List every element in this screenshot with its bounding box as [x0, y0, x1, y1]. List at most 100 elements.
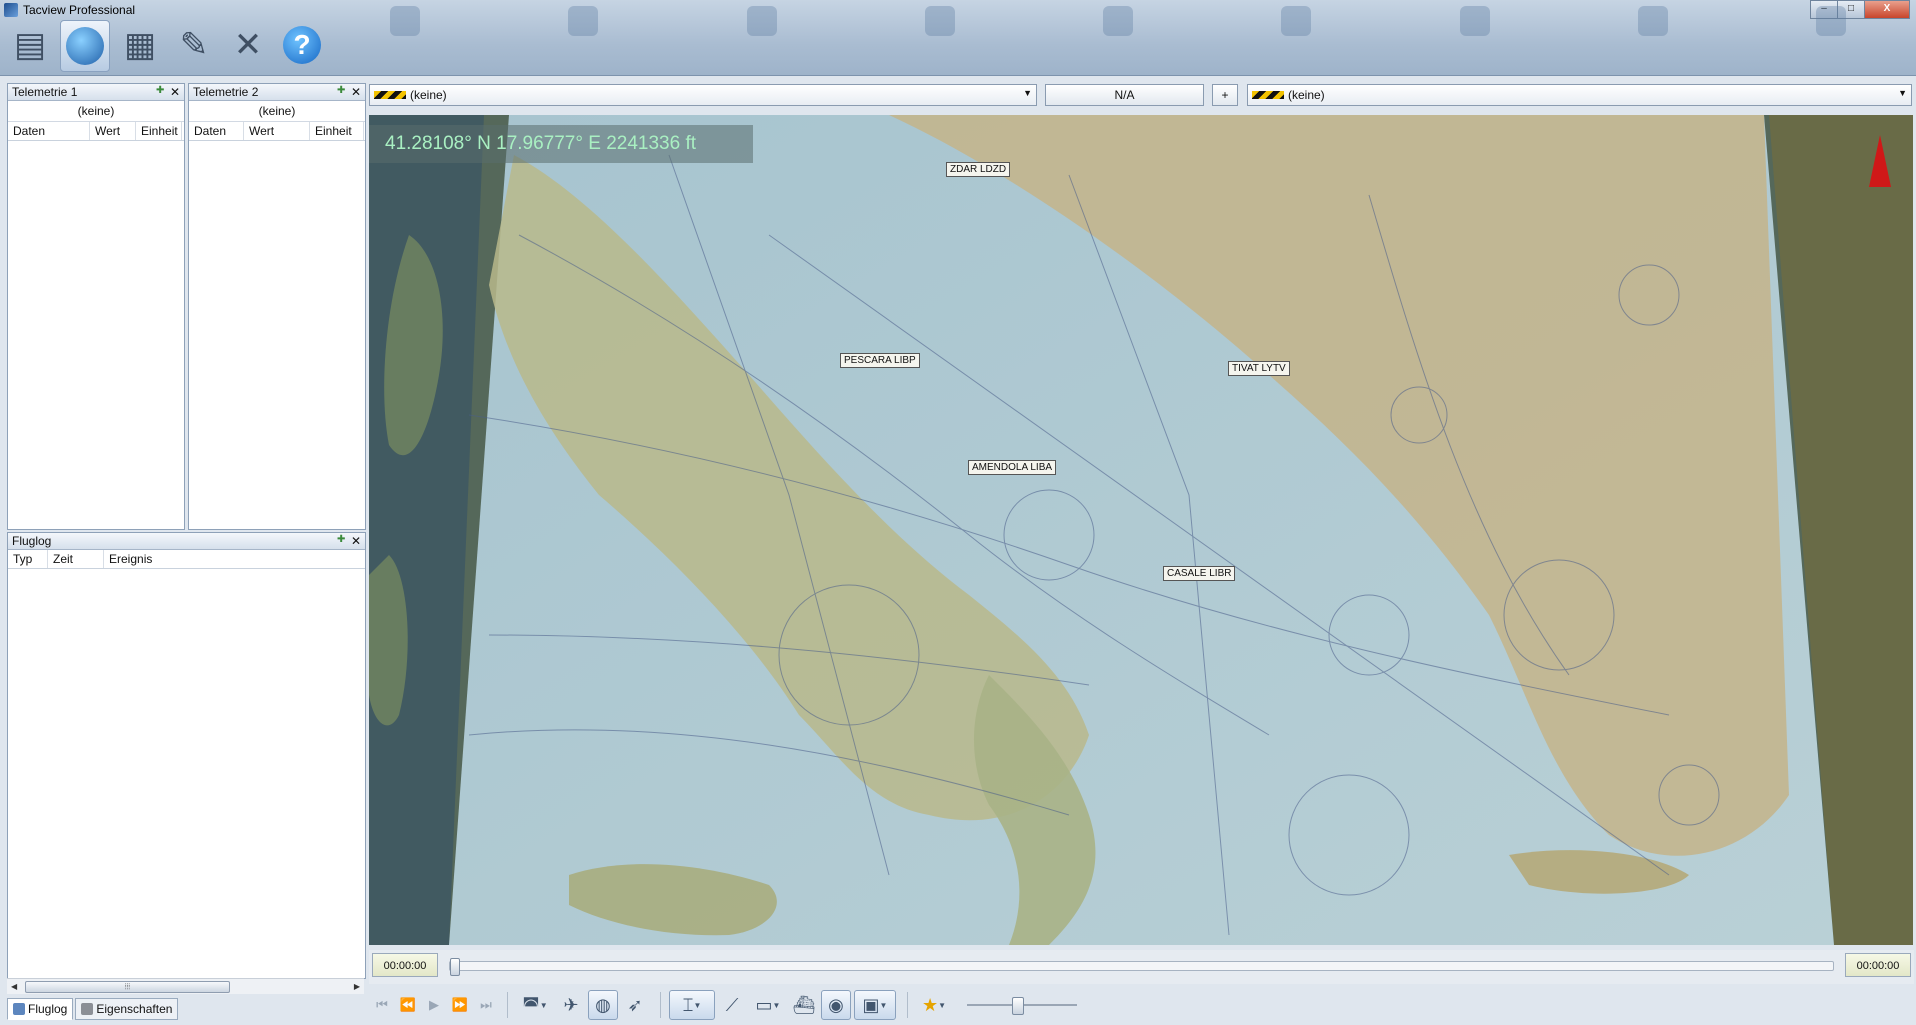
globe-view-button[interactable]: ◍: [588, 990, 618, 1020]
column-header-zeit[interactable]: Zeit: [48, 550, 104, 568]
skip-to-start-button[interactable]: ⏮: [369, 992, 395, 1018]
left-object-selector[interactable]: (keine) ▼: [369, 84, 1037, 106]
north-arrow-icon: [1869, 135, 1891, 187]
missile-icon: ➶: [627, 994, 643, 1015]
telemetry-1-selection[interactable]: (keine): [8, 101, 184, 122]
airport-label-pescara[interactable]: PESCARA LIBP: [840, 353, 920, 368]
playback-speed-slider[interactable]: [967, 995, 1077, 1015]
telemetry-2-columns: Daten Wert Einheit: [189, 122, 365, 141]
timeline-knob[interactable]: [450, 958, 460, 976]
close-icon[interactable]: ✕: [351, 84, 361, 100]
document-icon: ▦: [123, 26, 157, 64]
document-tool-button[interactable]: ▦: [116, 20, 164, 70]
aircraft-view-button[interactable]: ✈: [557, 991, 585, 1019]
wrench-icon: [81, 1003, 94, 1015]
airport-label-casale[interactable]: CASALE LIBR: [1163, 566, 1236, 581]
telemetry-1-title: Telemetrie 1: [12, 85, 78, 99]
map-graphic: [369, 115, 1913, 945]
column-header-einheit[interactable]: Einheit: [310, 122, 364, 140]
skip-to-end-button[interactable]: ⏭: [473, 992, 499, 1018]
layers-dropdown[interactable]: ▣ ▼: [854, 990, 896, 1020]
pin-icon[interactable]: ✚: [337, 535, 347, 545]
column-header-einheit[interactable]: Einheit: [136, 122, 182, 140]
server-tool-button[interactable]: ▤: [6, 20, 54, 70]
ship-icon: ⛴: [792, 994, 816, 1015]
telemetry-2-title: Telemetrie 2: [193, 85, 259, 99]
column-header-ereignis[interactable]: Ereignis: [104, 550, 224, 568]
right-object-selector-value: (keine): [1288, 88, 1325, 102]
flightlog-horizontal-scrollbar[interactable]: ◀ ⦙⦙⦙ ▶: [7, 978, 364, 994]
display-mode-dropdown[interactable]: ▭ ▼: [749, 991, 787, 1019]
main-toolbar: ▤ ▦ ✎ ✕ ?: [6, 20, 326, 72]
toolbar-separator: [660, 992, 661, 1018]
dropdown-arrow-icon: ▼: [772, 1000, 781, 1010]
close-icon[interactable]: ✕: [170, 84, 180, 100]
camera-mode-dropdown[interactable]: ◚ ▼: [516, 991, 554, 1019]
slider-knob[interactable]: [1012, 997, 1024, 1015]
playback-toolbar: ⏮ ⏪ ▶ ⏩ ⏭ ◚ ▼ ✈ ◍ ➶ ⌶ ▼ ⟋ ▭ ▼ ⛴ ◉ ▣ ▼ ★ ▼: [369, 988, 1914, 1022]
flightlog-title: Fluglog: [12, 534, 52, 548]
ship-view-button[interactable]: ⛴: [790, 991, 818, 1019]
scroll-right-icon[interactable]: ▶: [354, 979, 360, 994]
camera-icon: ◚: [522, 994, 540, 1015]
tab-eigenschaften[interactable]: Eigenschaften: [75, 998, 179, 1020]
tab-eigenschaften-label: Eigenschaften: [96, 1002, 173, 1016]
label-tool-dropdown[interactable]: ⌶ ▼: [669, 990, 715, 1020]
airport-label-amendola[interactable]: AMENDOLA LIBA: [968, 460, 1057, 475]
tab-fluglog[interactable]: Fluglog: [7, 998, 74, 1020]
fast-forward-button[interactable]: ⏩: [447, 992, 473, 1018]
play-button[interactable]: ▶: [421, 992, 447, 1018]
desktop-icon: [360, 6, 450, 68]
column-header-typ[interactable]: Typ: [8, 550, 48, 568]
rewind-button[interactable]: ⏪: [395, 992, 421, 1018]
dropdown-arrow-icon: ▼: [1898, 88, 1907, 98]
airport-label-tivat[interactable]: TIVAT LYTV: [1228, 361, 1290, 376]
notepad-icon: ✎: [179, 26, 209, 64]
close-icon[interactable]: ✕: [351, 533, 361, 549]
timeline-bar: 00:00:00 00:00:00: [369, 950, 1914, 984]
bookmarks-dropdown[interactable]: ★ ▼: [916, 991, 952, 1019]
airport-label-zdar[interactable]: ZDAR LDZD: [946, 162, 1011, 177]
column-header-daten[interactable]: Daten: [189, 122, 244, 140]
log-icon: [13, 1003, 25, 1015]
timeline-slider[interactable]: [449, 958, 1834, 976]
help-tool-button[interactable]: ?: [278, 20, 326, 70]
telemetry-2-panel: Telemetrie 2 ✚ ✕ (keine) Daten Wert Einh…: [188, 83, 366, 530]
text-cursor-icon: ⌶: [682, 994, 694, 1015]
cursor-coordinate-readout: 41.28108° N 17.96777° E 2241336 ft: [369, 125, 753, 163]
pin-icon[interactable]: ✚: [156, 86, 166, 96]
map-view[interactable]: 41.28108° N 17.96777° E 2241336 ft ZDAR …: [369, 115, 1913, 945]
toolbar-separator: [507, 992, 508, 1018]
telemetry-2-header: Telemetrie 2 ✚ ✕: [189, 84, 365, 101]
column-header-wert[interactable]: Wert: [90, 122, 136, 140]
ruler-icon: ⟋: [725, 994, 739, 1015]
notepad-tool-button[interactable]: ✎: [170, 20, 218, 70]
scrollbar-thumb[interactable]: ⦙⦙⦙: [25, 981, 230, 993]
relation-display[interactable]: N/A: [1045, 84, 1204, 106]
desktop-icon: [895, 6, 985, 68]
missile-view-button[interactable]: ➶: [621, 991, 649, 1019]
tools-tool-button[interactable]: ✕: [224, 20, 272, 70]
desktop-icon: [1430, 6, 1520, 68]
desktop-icon: [1786, 6, 1876, 68]
dropdown-arrow-icon: ▼: [693, 1000, 702, 1010]
scroll-left-icon[interactable]: ◀: [11, 979, 17, 994]
ruler-tool-button[interactable]: ⟋: [718, 991, 746, 1019]
terrain-view-button[interactable]: ◉: [821, 990, 851, 1020]
pin-icon[interactable]: ✚: [337, 86, 347, 96]
globe-icon: ◍: [595, 994, 611, 1015]
aircraft-icon: ✈: [563, 994, 579, 1015]
column-header-daten[interactable]: Daten: [8, 122, 90, 140]
add-button[interactable]: +: [1212, 84, 1238, 106]
telemetry-2-selection[interactable]: (keine): [189, 101, 365, 122]
globe-tool-button[interactable]: [60, 20, 110, 72]
flightlog-header: Fluglog ✚ ✕: [8, 533, 365, 550]
dropdown-arrow-icon: ▼: [938, 1000, 947, 1010]
desktop-icon: [1073, 6, 1163, 68]
desktop-icon: [1251, 6, 1341, 68]
help-icon: ?: [283, 26, 321, 64]
tacview-app-icon: [4, 3, 18, 17]
right-object-selector[interactable]: (keine) ▼: [1247, 84, 1912, 106]
window-title: Tacview Professional: [4, 3, 135, 17]
column-header-wert[interactable]: Wert: [244, 122, 310, 140]
